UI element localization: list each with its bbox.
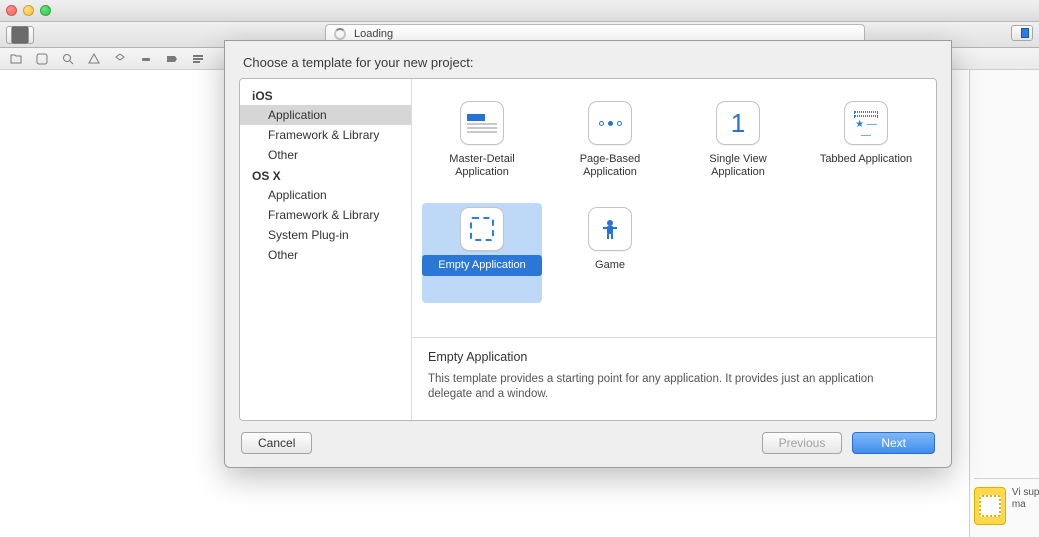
category-group-ios: iOS [240, 85, 411, 105]
traffic-lights [6, 5, 51, 16]
page-based-icon [588, 101, 632, 145]
activity-status-text: Loading [354, 28, 393, 40]
category-item-ios-other[interactable]: Other [240, 145, 411, 165]
new-project-sheet: Choose a template for your new project: … [224, 40, 952, 468]
template-master-detail[interactable]: Master-Detail Application [422, 97, 542, 197]
previous-button[interactable]: Previous [762, 432, 843, 454]
minimize-window-button[interactable] [23, 5, 34, 16]
template-tabbed[interactable]: ★ — — Tabbed Application [806, 97, 926, 197]
sheet-body: iOS Application Framework & Library Othe… [239, 78, 937, 421]
template-label: Master-Detail Application [422, 149, 542, 183]
category-group-osx: OS X [240, 165, 411, 185]
window-titlebar [0, 0, 1039, 22]
template-description: Empty Application This template provides… [412, 337, 936, 420]
run-stop-segment[interactable] [6, 26, 34, 44]
description-body: This template provides a starting point … [428, 372, 920, 402]
breakpoint-navigator-icon[interactable] [164, 52, 180, 66]
close-window-button[interactable] [6, 5, 17, 16]
category-item-ios-application[interactable]: Application [240, 105, 411, 125]
category-item-osx-framework[interactable]: Framework & Library [240, 205, 411, 225]
sheet-footer: Cancel Previous Next [225, 427, 951, 467]
category-item-osx-other[interactable]: Other [240, 245, 411, 265]
template-label: Tabbed Application [806, 149, 926, 170]
tests-navigator-icon[interactable] [112, 52, 128, 66]
template-single-view[interactable]: 1 Single View Application [678, 97, 798, 197]
category-item-osx-plugin[interactable]: System Plug-in [240, 225, 411, 245]
search-navigator-icon[interactable] [60, 52, 76, 66]
sheet-header: Choose a template for your new project: [225, 41, 951, 78]
template-empty[interactable]: Empty Application [422, 203, 542, 303]
issues-navigator-icon[interactable] [86, 52, 102, 66]
master-detail-icon [460, 101, 504, 145]
project-navigator-icon[interactable] [8, 52, 24, 66]
empty-app-icon [460, 207, 504, 251]
symbol-navigator-icon[interactable] [34, 52, 50, 66]
template-label: Single View Application [678, 149, 798, 183]
game-icon [588, 207, 632, 251]
log-navigator-icon[interactable] [190, 52, 206, 66]
library-object-label: Vi sup ma [1012, 487, 1039, 511]
template-page-based[interactable]: Page-Based Application [550, 97, 670, 197]
single-view-icon: 1 [716, 101, 760, 145]
description-title: Empty Application [428, 350, 920, 364]
template-category-list: iOS Application Framework & Library Othe… [240, 79, 412, 420]
template-label: Page-Based Application [550, 149, 670, 183]
template-label: Empty Application [422, 255, 542, 276]
spinner-icon [334, 28, 346, 40]
category-item-ios-framework[interactable]: Framework & Library [240, 125, 411, 145]
utilities-panel-toggle[interactable] [1011, 25, 1033, 41]
template-grid: Master-Detail Application Page-Based App… [412, 79, 936, 337]
cancel-button[interactable]: Cancel [241, 432, 312, 454]
category-item-osx-application[interactable]: Application [240, 185, 411, 205]
next-button[interactable]: Next [852, 432, 935, 454]
template-label: Game [550, 255, 670, 276]
zoom-window-button[interactable] [40, 5, 51, 16]
utilities-pane: Vi sup ma [969, 70, 1039, 537]
debug-navigator-icon[interactable] [138, 52, 154, 66]
library-object-card[interactable]: Vi sup ma [974, 478, 1039, 525]
view-controller-icon [974, 487, 1006, 525]
tabbed-icon: ★ — — [844, 101, 888, 145]
template-game[interactable]: Game [550, 203, 670, 303]
template-area: Master-Detail Application Page-Based App… [412, 79, 936, 420]
